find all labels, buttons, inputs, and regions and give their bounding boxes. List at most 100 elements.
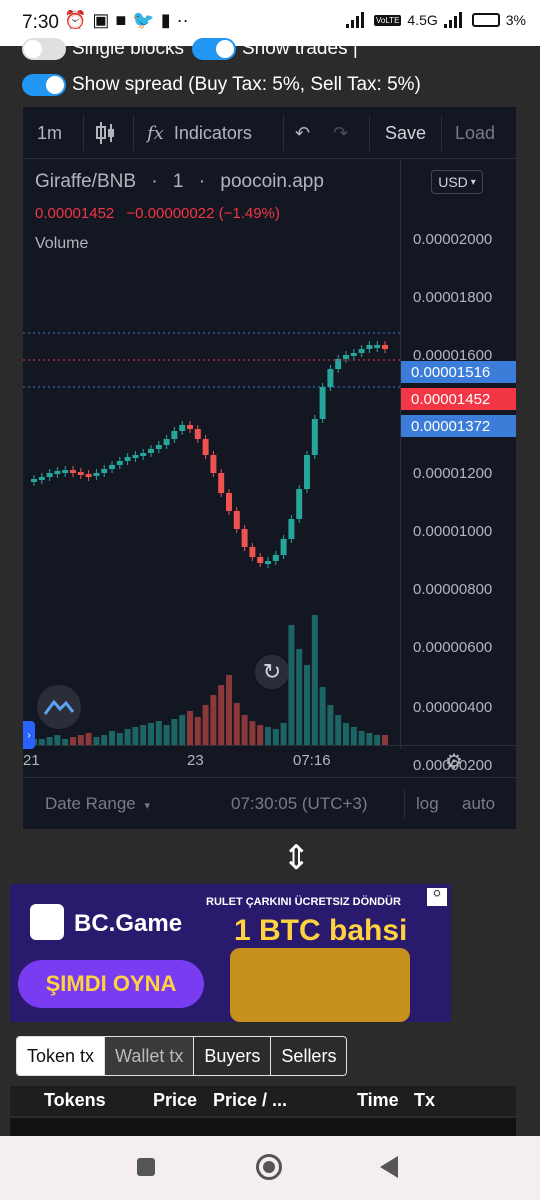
ad-choice-icon[interactable]: ⛭ <box>427 888 447 906</box>
price-label: 0.00000400 <box>413 699 493 716</box>
app-icon: ■ <box>115 10 127 30</box>
resize-vertical-icon[interactable]: ⇕ <box>282 838 311 878</box>
candle <box>148 449 154 453</box>
time-label: 21 <box>23 752 40 769</box>
volume-bar <box>77 735 84 745</box>
home-icon[interactable] <box>256 1154 282 1180</box>
tx-table-body <box>10 1118 516 1136</box>
price-label: 0.00001200 <box>413 465 493 482</box>
save-button[interactable]: Save <box>385 107 426 159</box>
load-button[interactable]: Load <box>455 107 495 159</box>
banner-cta-button[interactable]: ŞIMDI OYNA <box>18 960 204 1008</box>
col-tx[interactable]: Tx <box>414 1090 435 1111</box>
price-axis[interactable]: 0.00002000 0.00001800 0.00001600 0.00001… <box>400 159 516 774</box>
recents-icon[interactable] <box>137 1158 155 1176</box>
candle <box>202 439 209 455</box>
legend-interval: 1 <box>172 171 184 192</box>
show-spread-toggle[interactable] <box>22 74 66 96</box>
utc-clock: 07:30:05 (UTC+3) <box>231 794 368 813</box>
chart-legend-price: 0.00001452 −0.00000022 (−1.49%) <box>35 205 280 222</box>
candle <box>265 561 271 564</box>
reset-chart-button[interactable]: ↻ <box>255 655 289 689</box>
tradingview-logo[interactable] <box>37 685 81 729</box>
candle <box>226 493 232 511</box>
date-range-button[interactable]: Date Range ▾ <box>45 794 150 814</box>
candle-type-icon[interactable] <box>95 107 117 159</box>
volume-bar <box>179 715 186 745</box>
back-icon[interactable] <box>380 1156 398 1178</box>
col-price[interactable]: Price <box>153 1090 197 1111</box>
candle <box>70 470 76 473</box>
candle <box>288 519 295 539</box>
volume-bar <box>350 727 357 745</box>
candle <box>241 529 248 547</box>
volume-bar <box>335 715 342 745</box>
candle <box>280 539 287 555</box>
currency-value: USD <box>438 174 468 190</box>
price-chart[interactable]: 1m fx Indicators ↶ ↷ Save Load Giraffe/B… <box>23 107 516 829</box>
signal-icon-2 <box>443 12 466 28</box>
candle <box>93 473 100 476</box>
tab-wallet-tx[interactable]: Wallet tx <box>105 1037 195 1075</box>
candle <box>257 557 264 563</box>
tx-table-header: Tokens Price Price / ... Time Tx <box>10 1086 516 1116</box>
volume-bar <box>132 727 139 745</box>
signal-icon <box>345 12 368 28</box>
pair-name: Giraffe/BNB <box>35 171 137 192</box>
main-panel: Single blocks Show trades | Show spread … <box>10 38 530 1136</box>
side-panel-handle[interactable]: › <box>23 721 35 749</box>
price-label: 0.00001000 <box>413 523 493 540</box>
volume-bar <box>272 729 279 745</box>
chart-toolbar: 1m fx Indicators ↶ ↷ Save Load <box>23 107 516 159</box>
system-icons: VoLTE 4.5G 3% <box>345 12 526 28</box>
price-label: 0.00000600 <box>413 639 493 656</box>
time-axis[interactable]: 21 23 07:16 ⚙ <box>23 745 516 777</box>
price-label: 0.00000800 <box>413 581 493 598</box>
single-blocks-label: Single blocks <box>72 38 184 59</box>
interval-button[interactable]: 1m <box>37 107 62 159</box>
low-price-tag: 0.00001372 <box>401 415 516 437</box>
candle <box>194 429 201 439</box>
tab-buyers[interactable]: Buyers <box>194 1037 272 1075</box>
candle <box>327 369 334 387</box>
candle <box>116 461 123 465</box>
col-price-per[interactable]: Price / ... <box>213 1090 287 1111</box>
single-blocks-toggle[interactable] <box>22 38 66 60</box>
undo-icon[interactable]: ↶ <box>295 107 310 159</box>
redo-icon[interactable]: ↷ <box>333 107 348 159</box>
volume-bar <box>226 675 232 745</box>
candle <box>77 472 84 475</box>
time-label: 07:16 <box>293 752 331 769</box>
volume-bar <box>280 723 287 745</box>
volume-bar <box>70 737 76 745</box>
candle <box>249 547 256 557</box>
log-scale-button[interactable]: log <box>416 794 439 814</box>
indicators-button[interactable]: fx Indicators <box>147 107 252 159</box>
candle <box>62 470 69 473</box>
candle <box>124 457 131 461</box>
ad-banner[interactable]: BC.Game RULET ÇARKINI ÜCRETSIZ DÖNDÜR 1 … <box>10 884 451 1022</box>
auto-scale-button[interactable]: auto <box>462 794 495 814</box>
volume-bar <box>241 715 248 745</box>
legend-price: 0.00001452 <box>35 205 115 222</box>
candle <box>210 455 217 473</box>
col-tokens[interactable]: Tokens <box>44 1090 106 1111</box>
col-time[interactable]: Time <box>357 1090 399 1111</box>
system-nav-bar <box>0 1136 540 1200</box>
volume-bar <box>382 735 388 745</box>
volume-bar <box>257 725 264 745</box>
volume-bar <box>327 705 334 745</box>
show-trades-toggle[interactable] <box>191 38 236 60</box>
nfc-icon: ▣ <box>92 10 110 30</box>
price-label: 0.00002000 <box>413 231 493 248</box>
volume-bar <box>319 687 326 745</box>
settings-gear-icon[interactable]: ⚙ <box>445 749 463 774</box>
price-label: 0.00001800 <box>413 289 493 306</box>
volume-bar <box>54 735 61 745</box>
candle <box>272 555 279 561</box>
candle <box>319 387 326 419</box>
currency-select[interactable]: USD ▾ <box>431 170 483 194</box>
twitter-icon: 🐦 <box>132 10 155 30</box>
tab-sellers[interactable]: Sellers <box>271 1037 346 1075</box>
tab-token-tx[interactable]: Token tx <box>17 1037 106 1075</box>
